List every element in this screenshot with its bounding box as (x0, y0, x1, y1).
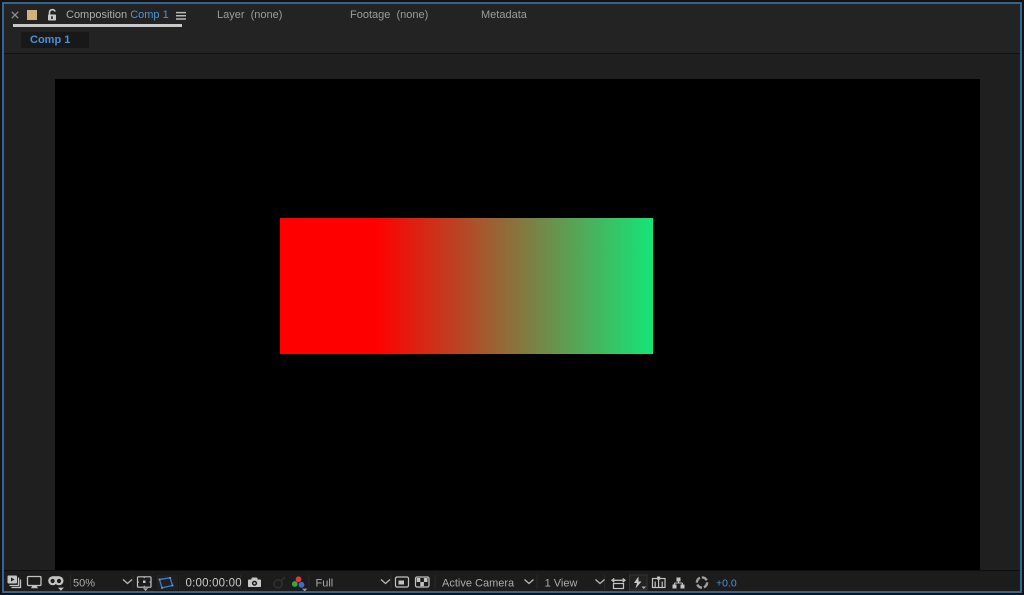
svg-text:+0.0: +0.0 (716, 577, 737, 589)
svg-text:1 View: 1 View (545, 578, 578, 590)
svg-text:0:00:00:00: 0:00:00:00 (186, 578, 242, 590)
svg-text:Full: Full (316, 578, 334, 590)
svg-text:50%: 50% (73, 578, 95, 590)
svg-text:Active Camera: Active Camera (442, 578, 515, 590)
